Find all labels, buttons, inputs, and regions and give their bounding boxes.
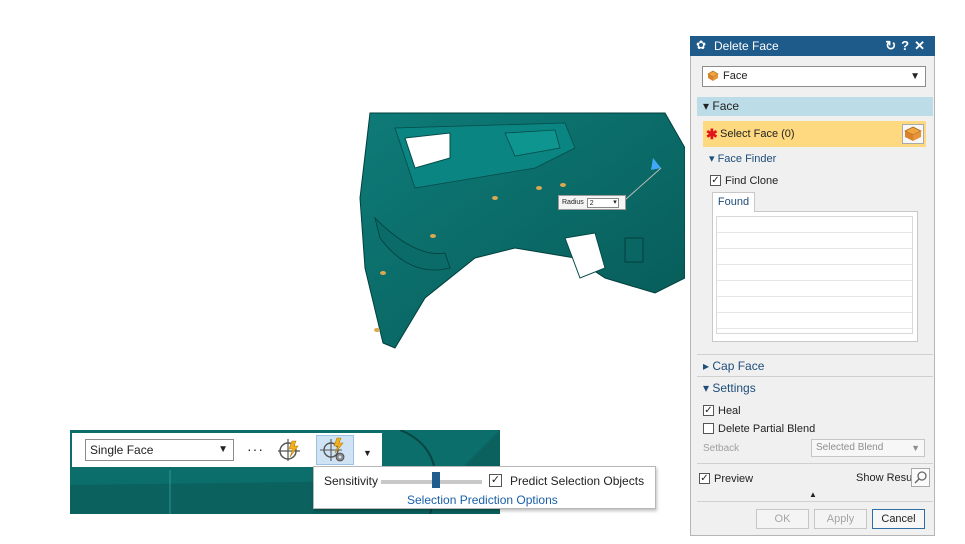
heal-checkbox[interactable]: ✓	[703, 405, 714, 416]
radius-label: Radius	[562, 199, 584, 206]
show-result-button[interactable]	[911, 468, 930, 487]
list-item[interactable]	[717, 297, 912, 313]
list-item[interactable]	[717, 265, 912, 281]
help-icon[interactable]: ?	[901, 38, 914, 53]
section-settings-label: Settings	[712, 381, 756, 395]
chevron-down-icon: ▼	[218, 444, 228, 455]
face-finder-header[interactable]: ▾ Face Finder	[703, 150, 926, 168]
selection-prediction-options-link[interactable]: Selection Prediction Options	[407, 493, 558, 507]
dialog-title: Delete Face	[714, 39, 779, 53]
preview-label: Preview	[714, 473, 754, 485]
section-cap-face-label: Cap Face	[712, 359, 765, 373]
section-face-label: Face	[712, 99, 740, 113]
preview-checkbox[interactable]: ✓	[699, 473, 710, 484]
face-finder-label: Face Finder	[717, 153, 777, 165]
predict-selection-checkbox[interactable]: ✓	[489, 474, 502, 487]
delete-partial-blend-checkbox[interactable]	[703, 423, 714, 434]
ok-button[interactable]: OK	[756, 509, 809, 529]
predict-selection-label: Predict Selection Objects	[510, 474, 645, 488]
divider	[697, 501, 933, 502]
more-options-button[interactable]: ···	[247, 441, 264, 457]
radius-handle[interactable]: Radius 2	[558, 195, 626, 210]
collapse-arrow-icon[interactable]: ▲	[809, 490, 817, 499]
section-face-header[interactable]: ▾ Face	[697, 97, 933, 116]
setback-value: Selected Blend	[816, 442, 884, 453]
apply-button[interactable]: Apply	[814, 509, 867, 529]
face-icon	[904, 126, 922, 141]
setback-dropdown[interactable]: Selected Blend ▼	[811, 439, 925, 457]
close-icon[interactable]: ✕	[914, 38, 930, 53]
list-item[interactable]	[717, 249, 912, 265]
radius-input[interactable]: 2	[586, 197, 619, 208]
find-clone-checkbox[interactable]: ✓	[710, 175, 721, 186]
list-item[interactable]	[717, 217, 912, 233]
magnifier-icon	[914, 471, 927, 484]
divider	[697, 354, 933, 355]
type-value: Face	[723, 70, 748, 82]
chevron-down-icon: ▼	[911, 443, 920, 453]
divider	[697, 376, 933, 377]
find-clone-label: Find Clone	[725, 175, 779, 187]
gear-icon: ✿	[696, 38, 707, 52]
select-face-button[interactable]	[902, 124, 924, 144]
selection-filter-value: Single Face	[90, 443, 154, 457]
select-face-label: Select Face (0)	[720, 128, 795, 140]
dialog-title-bar[interactable]: ✿ Delete Face ↻?✕	[690, 36, 935, 56]
reset-icon[interactable]: ↻	[885, 38, 901, 53]
selection-prediction-button[interactable]	[316, 435, 354, 465]
section-cap-face-header[interactable]: ▸ Cap Face	[697, 357, 933, 376]
list-item[interactable]	[717, 233, 912, 249]
tab-found[interactable]: Found	[712, 192, 755, 212]
type-dropdown[interactable]: Face ▼	[702, 66, 926, 87]
list-item[interactable]	[717, 281, 912, 297]
selection-prediction-icon	[320, 437, 345, 462]
select-face-row[interactable]: ✱ Select Face (0)	[703, 121, 926, 147]
face-icon	[707, 70, 719, 81]
cancel-button[interactable]: Cancel	[872, 509, 925, 529]
divider	[697, 463, 933, 464]
show-result-label: Show Result	[856, 472, 918, 484]
model-viewport[interactable]	[355, 108, 685, 358]
selection-filter-dropdown[interactable]: Single Face ▼	[85, 439, 234, 461]
snap-point-icon[interactable]	[276, 437, 302, 463]
chevron-down-icon[interactable]: ▼	[363, 448, 372, 458]
delete-partial-blend-label: Delete Partial Blend	[718, 423, 816, 435]
required-asterisk-icon: ✱	[706, 126, 718, 142]
setback-label: Setback	[703, 443, 740, 454]
found-list[interactable]	[716, 216, 913, 334]
list-item[interactable]	[717, 313, 912, 329]
sensitivity-slider-thumb[interactable]	[432, 472, 441, 488]
section-settings-header[interactable]: ▾ Settings	[697, 379, 933, 398]
sensitivity-label: Sensitivity	[324, 474, 379, 488]
chevron-down-icon: ▼	[910, 71, 920, 82]
heal-label: Heal	[718, 405, 741, 417]
